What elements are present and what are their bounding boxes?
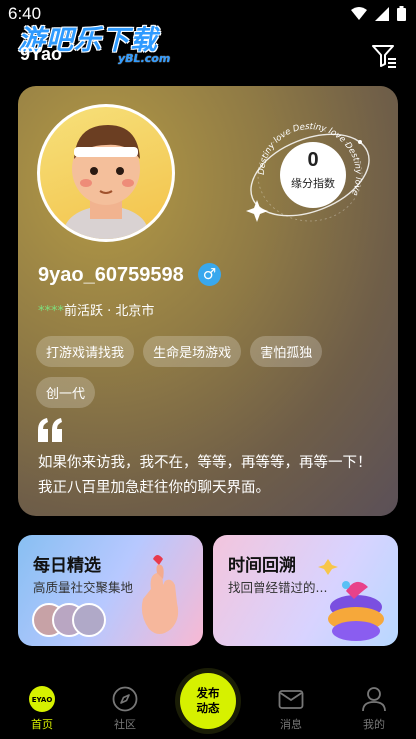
home-logo-icon: EYAO bbox=[29, 686, 55, 712]
envelope-icon bbox=[278, 690, 304, 709]
destiny-score[interactable]: Destiny love Destiny love Destiny love 0… bbox=[242, 120, 378, 250]
score-badge: 0 缘分指数 bbox=[280, 142, 346, 208]
tag-chip[interactable]: 打游戏请找我 bbox=[36, 336, 135, 367]
gift-spiral-icon bbox=[318, 559, 384, 641]
male-gender-icon: ♂ bbox=[198, 263, 221, 286]
watermark-url: yBL.com bbox=[118, 52, 171, 65]
signal-icon bbox=[375, 6, 389, 21]
activity-text: 前活跃 · 北京市 bbox=[64, 304, 155, 319]
tag-chip[interactable]: 害怕孤独 bbox=[250, 336, 323, 367]
user-icon bbox=[362, 687, 386, 712]
activity-stars: **** bbox=[38, 304, 64, 319]
daily-picks-title: 每日精选 bbox=[33, 556, 101, 576]
avatar-frame[interactable] bbox=[37, 104, 175, 242]
daily-picks-subtitle: 高质量社交聚集地 bbox=[33, 580, 134, 595]
time-rewind-card[interactable]: 时间回溯 找回曾经错过的... bbox=[213, 535, 398, 646]
nickname: 9yao_60759598 bbox=[38, 264, 184, 286]
publish-post-button[interactable]: 发布 动态 bbox=[180, 673, 236, 729]
tab-mine-label: 我的 bbox=[363, 718, 385, 731]
publish-line2: 动态 bbox=[196, 701, 220, 715]
finger-heart-icon bbox=[141, 555, 179, 634]
battery-icon bbox=[397, 6, 406, 21]
avatar bbox=[40, 107, 172, 239]
time-rewind-title: 时间回溯 bbox=[228, 556, 296, 576]
quote-icon bbox=[38, 418, 62, 442]
score-label: 缘分指数 bbox=[291, 177, 335, 190]
score-value: 0 bbox=[307, 149, 319, 171]
tab-community-label: 社区 bbox=[114, 718, 136, 731]
compass-icon bbox=[112, 686, 138, 712]
tag-chip[interactable]: 生命是场游戏 bbox=[143, 336, 242, 367]
wifi-icon bbox=[351, 6, 367, 20]
profile-card: Destiny love Destiny love Destiny love 0… bbox=[18, 86, 398, 516]
daily-picks-card[interactable]: 每日精选 高质量社交聚集地 bbox=[18, 535, 203, 646]
tab-community[interactable]: 社区 bbox=[95, 686, 155, 732]
bio-text: 如果你来访我，我不在，等等，再等等，再等一下！我正八百里加急赶往你的聊天界面。 bbox=[38, 455, 372, 496]
tag-chip[interactable]: 创一代 bbox=[36, 377, 96, 408]
filter-icon bbox=[372, 45, 396, 68]
activity-status: ****前活跃 · 北京市 bbox=[38, 300, 154, 319]
tab-messages[interactable]: 消息 bbox=[261, 686, 321, 732]
bottom-tab-bar: EYAO 首页 社区 发布 动态 消息 我的 bbox=[0, 668, 416, 739]
home-logo-text: EYAO bbox=[32, 696, 53, 704]
publish-button-frame: 发布 动态 bbox=[175, 668, 241, 734]
tag-list: 打游戏请找我 生命是场游戏 害怕孤独 创一代 bbox=[36, 336, 386, 418]
avatar-cartoon-icon bbox=[64, 125, 148, 239]
tab-messages-label: 消息 bbox=[280, 718, 302, 731]
tab-mine[interactable]: 我的 bbox=[344, 686, 404, 732]
avatar bbox=[72, 603, 106, 637]
status-icons bbox=[351, 6, 406, 21]
time-rewind-subtitle: 找回曾经错过的... bbox=[228, 580, 328, 595]
header-username: 9Yao bbox=[20, 44, 63, 64]
publish-line1: 发布 bbox=[196, 686, 220, 700]
filter-button[interactable] bbox=[370, 42, 398, 70]
tab-home-label: 首页 bbox=[31, 718, 53, 731]
tab-home[interactable]: EYAO 首页 bbox=[12, 686, 72, 732]
